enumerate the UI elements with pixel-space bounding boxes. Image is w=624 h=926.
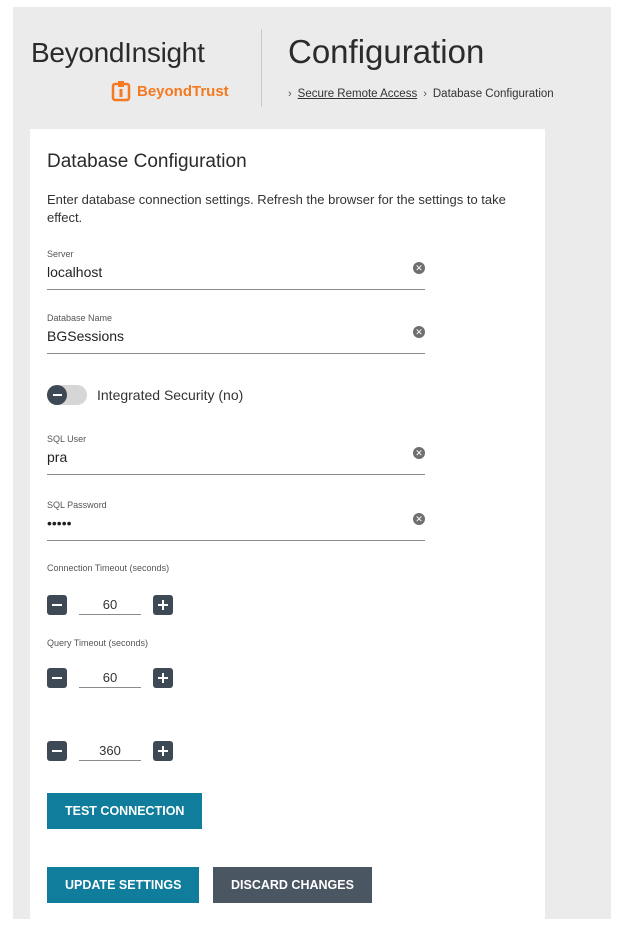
breadcrumb-link-secure-remote-access[interactable]: Secure Remote Access xyxy=(298,88,418,100)
plus-icon[interactable] xyxy=(153,668,173,688)
database-name-input[interactable] xyxy=(47,328,387,344)
discard-changes-button[interactable]: DISCARD CHANGES xyxy=(213,867,372,903)
integrated-security-label: Integrated Security (no) xyxy=(97,387,244,403)
database-name-field: Database Name ✕ xyxy=(47,313,425,354)
query-timeout-input[interactable] xyxy=(79,668,141,688)
clear-icon[interactable]: ✕ xyxy=(413,447,425,459)
integrated-security-row: Integrated Security (no) xyxy=(47,385,243,405)
minus-icon[interactable] xyxy=(47,741,67,761)
plus-icon[interactable] xyxy=(153,741,173,761)
breadcrumb-separator: › xyxy=(423,88,427,100)
server-field: Server ✕ xyxy=(47,249,425,290)
brand-title: BeyondInsight xyxy=(31,37,205,68)
query-timeout-stepper xyxy=(47,667,173,689)
server-input[interactable] xyxy=(47,264,387,280)
update-settings-button[interactable]: UPDATE SETTINGS xyxy=(47,867,200,903)
beyondtrust-logo-icon xyxy=(111,81,131,102)
brand-logo: BeyondTrust xyxy=(111,80,229,102)
connection-timeout-stepper xyxy=(47,594,173,616)
page-frame: BeyondInsight BeyondTrust Configuration … xyxy=(13,7,611,919)
server-label: Server xyxy=(47,249,74,259)
sql-user-label: SQL User xyxy=(47,434,87,444)
brand-sub-text: BeyondTrust xyxy=(137,82,229,100)
database-name-label: Database Name xyxy=(47,313,113,323)
breadcrumb-separator: › xyxy=(288,88,292,100)
connection-timeout-input[interactable] xyxy=(79,595,141,615)
minus-icon[interactable] xyxy=(47,668,67,688)
integrated-security-toggle[interactable] xyxy=(47,385,87,405)
header: BeyondInsight BeyondTrust Configuration … xyxy=(13,7,611,125)
sql-password-input[interactable] xyxy=(47,515,387,531)
query-timeout-label: Query Timeout (seconds) xyxy=(47,638,149,648)
sql-user-input[interactable] xyxy=(47,449,387,465)
sql-password-label: SQL Password xyxy=(47,500,107,510)
breadcrumb-current: Database Configuration xyxy=(432,88,554,100)
clear-icon[interactable]: ✕ xyxy=(413,262,425,274)
sql-user-field: SQL User ✕ xyxy=(47,434,425,475)
breadcrumb: › Secure Remote Access › Database Config… xyxy=(288,88,554,100)
card-title: Database Configuration xyxy=(47,151,247,172)
page-title: Configuration xyxy=(288,33,485,70)
card-description: Enter database connection settings. Refr… xyxy=(47,192,506,225)
header-divider xyxy=(261,29,262,107)
minus-icon[interactable] xyxy=(47,595,67,615)
toggle-knob xyxy=(47,385,67,405)
database-config-card: Database Configuration Enter database co… xyxy=(30,129,545,919)
clear-icon[interactable]: ✕ xyxy=(413,326,425,338)
test-connection-button[interactable]: TEST CONNECTION xyxy=(47,793,203,829)
third-timeout-stepper xyxy=(47,740,173,762)
clear-icon[interactable]: ✕ xyxy=(413,513,425,525)
third-timeout-input[interactable] xyxy=(79,741,141,761)
connection-timeout-label: Connection Timeout (seconds) xyxy=(47,563,170,573)
plus-icon[interactable] xyxy=(153,595,173,615)
sql-password-field: SQL Password ✕ xyxy=(47,500,425,541)
